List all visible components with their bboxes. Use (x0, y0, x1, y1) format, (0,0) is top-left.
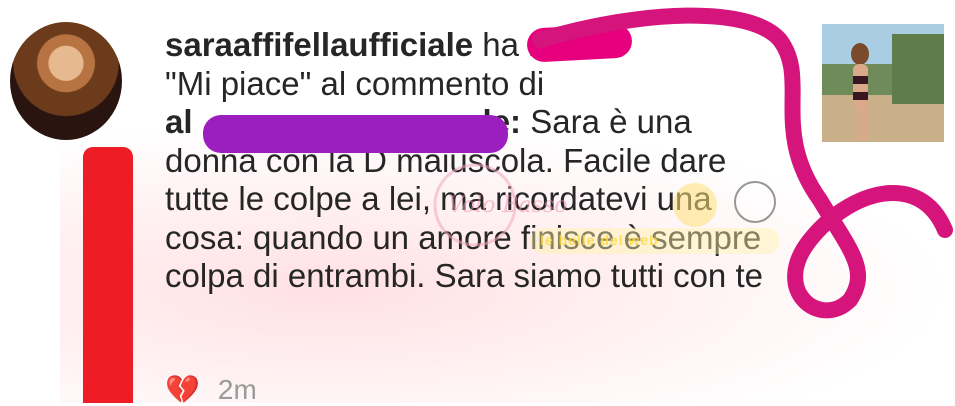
purple-redaction (203, 115, 508, 153)
username-link[interactable]: saraaffifellaufficiale (165, 26, 473, 63)
action-text-line-2: "Mi piace" al commento di (165, 64, 545, 102)
profile-avatar[interactable] (10, 22, 122, 140)
broken-heart-icon[interactable]: 💔 (165, 374, 200, 405)
red-marker-stroke (83, 147, 133, 403)
magenta-scribble (532, 7, 953, 319)
activity-notification[interactable]: saraaffifellaufficiale ha messo "Mi piac… (0, 0, 955, 406)
timestamp: 2m (217, 374, 257, 405)
commenter-prefix[interactable]: al (165, 103, 193, 140)
comment-meta: 💔 2m (165, 373, 257, 406)
